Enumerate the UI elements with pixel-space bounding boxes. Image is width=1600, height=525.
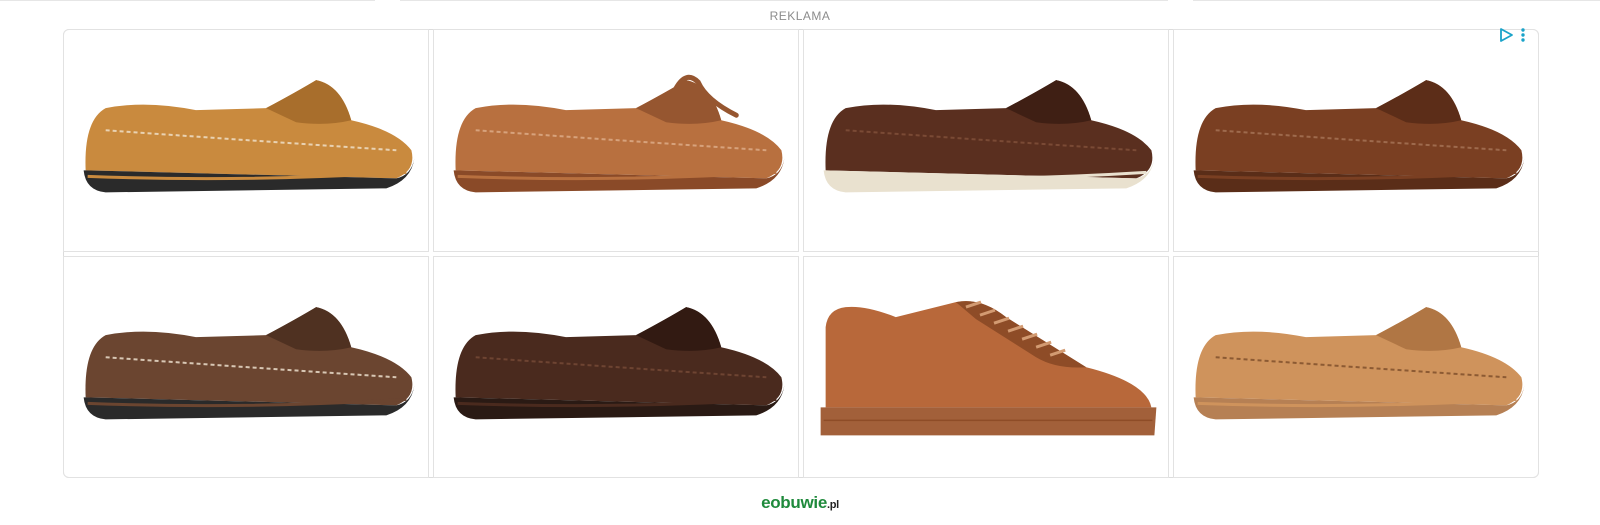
ad-label: REKLAMA [769, 9, 831, 23]
penny-loafer-image [83, 80, 415, 193]
top-divider [0, 0, 375, 1]
driver-image [453, 306, 785, 419]
product-tile[interactable] [1173, 255, 1539, 478]
product-tile[interactable] [803, 255, 1169, 478]
sneaker-image [820, 300, 1157, 435]
brand-logo[interactable]: eobuwie.pl [0, 493, 1600, 513]
more-options-icon[interactable] [1520, 27, 1526, 43]
top-divider [1193, 0, 1600, 1]
product-tile[interactable] [63, 29, 429, 252]
adchoices-play-icon[interactable] [1498, 27, 1514, 43]
product-grid [63, 29, 1539, 478]
moccasin-image [1193, 306, 1525, 419]
product-tile[interactable] [803, 29, 1169, 252]
suede-loafer-image [823, 80, 1155, 193]
product-tile[interactable] [433, 29, 799, 252]
ad-choices[interactable] [1498, 27, 1526, 43]
product-tile[interactable] [63, 255, 429, 478]
product-tile[interactable] [1173, 29, 1539, 252]
boat-moccasin-image [453, 74, 785, 193]
top-divider [400, 0, 1168, 1]
product-tile[interactable] [433, 255, 799, 478]
penny-loafer-image [1193, 80, 1525, 193]
penny-loafer-image [83, 306, 415, 419]
brand-tld: .pl [826, 499, 839, 511]
brand-name: eobuwie [761, 493, 827, 512]
